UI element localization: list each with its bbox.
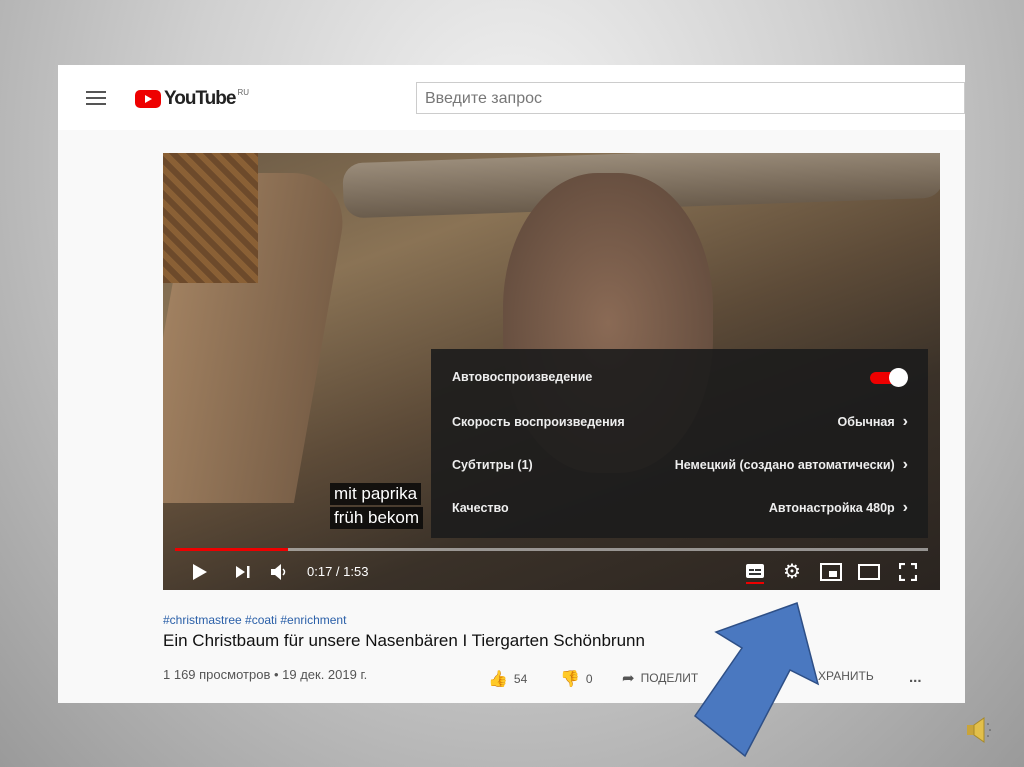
youtube-play-icon (135, 90, 161, 108)
settings-subtitles[interactable]: Субтитры (1) Немецкий (создано автоматич… (452, 456, 908, 474)
theater-mode-icon[interactable] (858, 564, 880, 580)
settings-menu: Автовоспроизведение Скорость воспроизвед… (431, 349, 928, 538)
thumbs-up-icon: 👍 (488, 671, 508, 688)
autoplay-toggle[interactable] (870, 368, 908, 387)
hashtags[interactable]: #christmastree #coati #enrichment (163, 613, 346, 627)
thumbs-down-icon: 👎 (560, 671, 580, 688)
settings-quality[interactable]: Качество Автонастройка 480p › (452, 499, 908, 517)
video-basket (163, 153, 258, 283)
subtitle-line: mit paprika (330, 483, 422, 505)
volume-icon[interactable] (270, 563, 288, 581)
fullscreen-icon[interactable] (899, 563, 917, 581)
like-count: 54 (513, 672, 528, 686)
share-label: ПОДЕЛИТ (640, 671, 699, 685)
setting-label: Субтитры (1) (452, 458, 533, 472)
more-button[interactable]: ... (909, 669, 922, 686)
progress-bar[interactable] (175, 548, 928, 551)
speaker-icon[interactable] (964, 715, 994, 745)
setting-label: Автовоспроизведение (452, 370, 593, 384)
subtitles-icon[interactable] (745, 563, 765, 585)
subtitle-line: früh bekom (330, 507, 424, 529)
video-title: Ein Christbaum für unsere Nasenbären I T… (163, 631, 645, 650)
view-count: 1 169 просмотров • 19 дек. 2019 г. (163, 667, 368, 682)
logo-region: RU (237, 88, 250, 97)
setting-value: Немецкий (создано автоматически) (674, 458, 895, 472)
save-label: ХРАНИТЬ (818, 669, 874, 683)
menu-icon[interactable] (86, 91, 106, 105)
youtube-screenshot: YouTube RU Введите запрос mit paprika fr… (58, 65, 965, 703)
video-player[interactable]: mit paprika früh bekom Автовоспроизведен… (163, 153, 940, 590)
share-button[interactable]: ➦ ПОДЕЛИТ (622, 669, 698, 687)
setting-label: Качество (452, 501, 509, 515)
chevron-right-icon: › (902, 456, 908, 473)
search-input[interactable]: Введите запрос (416, 82, 965, 114)
setting-value: Обычная (837, 415, 895, 429)
header: YouTube RU Введите запрос (58, 65, 965, 130)
miniplayer-icon[interactable] (820, 563, 842, 581)
settings-speed[interactable]: Скорость воспроизведения Обычная › (452, 413, 908, 431)
share-icon: ➦ (622, 670, 635, 687)
youtube-logo[interactable]: YouTube RU (135, 88, 249, 110)
play-icon[interactable] (191, 563, 209, 581)
like-button[interactable]: 👍 54 (488, 669, 527, 689)
dislike-count: 0 (585, 672, 593, 686)
chevron-right-icon: › (902, 413, 908, 430)
progress-fill (175, 548, 288, 551)
logo-text: YouTube (164, 88, 236, 109)
save-button[interactable]: ХРАНИТЬ (818, 669, 874, 683)
dislike-button[interactable]: 👎 0 (560, 669, 593, 689)
time-display: 0:17 / 1:53 (307, 564, 369, 579)
setting-value: Автонастройка 480p (768, 501, 895, 515)
next-icon[interactable] (235, 565, 251, 579)
settings-autoplay[interactable]: Автовоспроизведение (452, 368, 908, 387)
settings-gear-icon[interactable]: ⚙ (783, 559, 801, 584)
chevron-right-icon: › (902, 499, 908, 516)
more-icon: ... (909, 669, 922, 686)
setting-label: Скорость воспроизведения (452, 415, 625, 429)
